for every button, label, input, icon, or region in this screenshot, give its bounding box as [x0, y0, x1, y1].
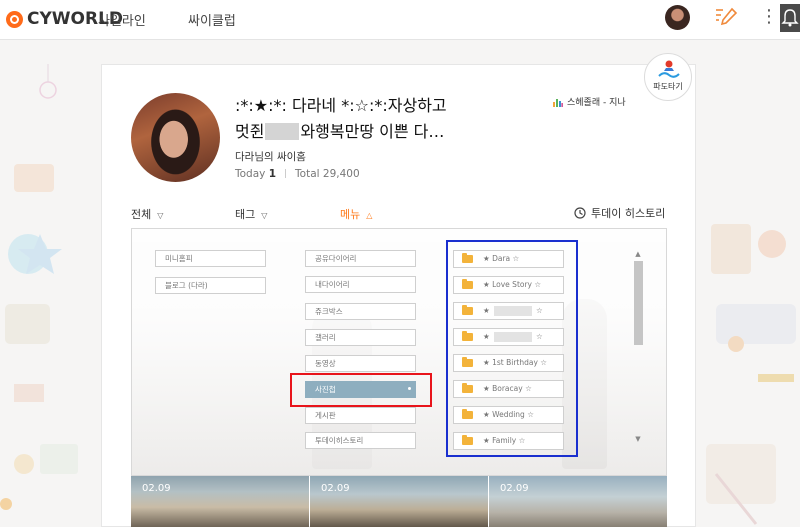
visit-counts: Today 1 Total 29,400 — [235, 168, 360, 180]
chevron-down-icon: ▽ — [261, 211, 268, 220]
pencil-icon[interactable] — [714, 6, 738, 28]
menu-item-blog[interactable]: 블로그 (다라) — [155, 277, 266, 294]
menu-item-board[interactable]: 게시판 — [305, 407, 416, 424]
page-title: :*:★:*: 다라네 *:☆:*:자상하고 멋쥔 와행복만땅 이쁜 다… — [235, 93, 465, 145]
today-history-label: 투데이 히스토리 — [591, 207, 666, 220]
photo-thumbnail[interactable]: 02.09 — [131, 476, 309, 527]
cyworld-logo-icon — [6, 10, 23, 28]
menu-item-gallery[interactable]: 갤러리 — [305, 329, 416, 346]
scroll-up-icon[interactable]: ▲ — [632, 249, 644, 259]
menu-panel: 미니홈피 블로그 (다라) 공유다이어리 내다이어리 쥬크박스 갤러리 동영상 … — [131, 228, 667, 476]
photo-date: 02.09 — [142, 483, 171, 494]
photo-thumbnail[interactable]: 02.09 — [310, 476, 488, 527]
photo-date: 02.09 — [321, 483, 350, 494]
now-playing[interactable]: 스헤졸래 - 지나 — [553, 95, 626, 108]
clock-icon — [574, 207, 586, 219]
filter-menu[interactable]: 메뉴 △ — [340, 206, 372, 222]
filter-all[interactable]: 전체 ▽ — [131, 206, 163, 222]
menu-item-video[interactable]: 동영상 — [305, 355, 416, 372]
badge-label: 파도타기 — [653, 82, 683, 91]
filter-tag[interactable]: 태그 ▽ — [235, 206, 267, 222]
nav-item-cyclub[interactable]: 싸이클럽 — [188, 10, 236, 29]
highlight-box-blue — [446, 240, 578, 457]
more-icon[interactable]: ⋮ — [760, 7, 778, 27]
redacted-block — [265, 123, 300, 140]
divider — [285, 169, 287, 178]
bell-icon[interactable] — [780, 4, 800, 32]
profile-photo[interactable] — [131, 93, 220, 182]
chevron-up-icon: △ — [366, 211, 373, 220]
wave-badge[interactable]: 파도타기 — [644, 53, 692, 101]
highlight-box-red — [290, 373, 432, 407]
music-title: 스헤졸래 - 지나 — [567, 98, 626, 108]
today-label: Today — [235, 168, 266, 180]
background-decoration-right — [706, 224, 796, 525]
owner-name[interactable]: 다라님의 싸이홈 — [235, 149, 306, 164]
scroll-down-icon[interactable]: ▼ — [632, 434, 644, 444]
top-bar: CYWORLD 사일라인 싸이클럽 ⋮ — [0, 0, 800, 40]
menu-item-jukebox[interactable]: 쥬크박스 — [305, 303, 416, 320]
menu-item-my-diary[interactable]: 내다이어리 — [305, 276, 416, 293]
scroll-thumb[interactable] — [634, 261, 643, 345]
photo-thumbnail[interactable]: 02.09 — [489, 476, 667, 527]
title-line-2-start: 멋쥔 — [235, 122, 265, 141]
chevron-down-icon: ▽ — [157, 211, 164, 220]
today-value: 1 — [268, 168, 277, 180]
title-line-2: 멋쥔 와행복만땅 이쁜 다… — [235, 119, 465, 145]
background-decoration-left — [0, 64, 78, 510]
title-line-1: :*:★:*: 다라네 *:☆:*:자상하고 — [235, 96, 447, 115]
title-line-2-end: 와행복만땅 이쁜 다… — [300, 122, 445, 141]
filter-menu-label: 메뉴 — [340, 208, 361, 221]
today-history-button[interactable]: 투데이 히스토리 — [574, 205, 665, 221]
nav-item-ilchon[interactable]: 사일라인 — [98, 10, 146, 29]
surfer-icon — [658, 60, 680, 78]
total-label: Total — [295, 168, 320, 180]
menu-item-minihome[interactable]: 미니홈피 — [155, 250, 266, 267]
minihome-card: 파도타기 :*:★:*: 다라네 *:☆:*:자상하고 멋쥔 와행복만땅 이쁜 다… — [101, 53, 696, 527]
user-avatar[interactable] — [665, 5, 690, 30]
filter-all-label: 전체 — [131, 208, 152, 221]
menu-item-today-history[interactable]: 투데이히스토리 — [305, 432, 416, 449]
photo-date: 02.09 — [500, 483, 529, 494]
folder-scrollbar[interactable]: ▲ ▼ — [632, 249, 644, 444]
filter-tag-label: 태그 — [235, 208, 256, 221]
total-value: 29,400 — [322, 168, 360, 180]
music-icon — [553, 98, 563, 107]
menu-item-shared-diary[interactable]: 공유다이어리 — [305, 250, 416, 267]
